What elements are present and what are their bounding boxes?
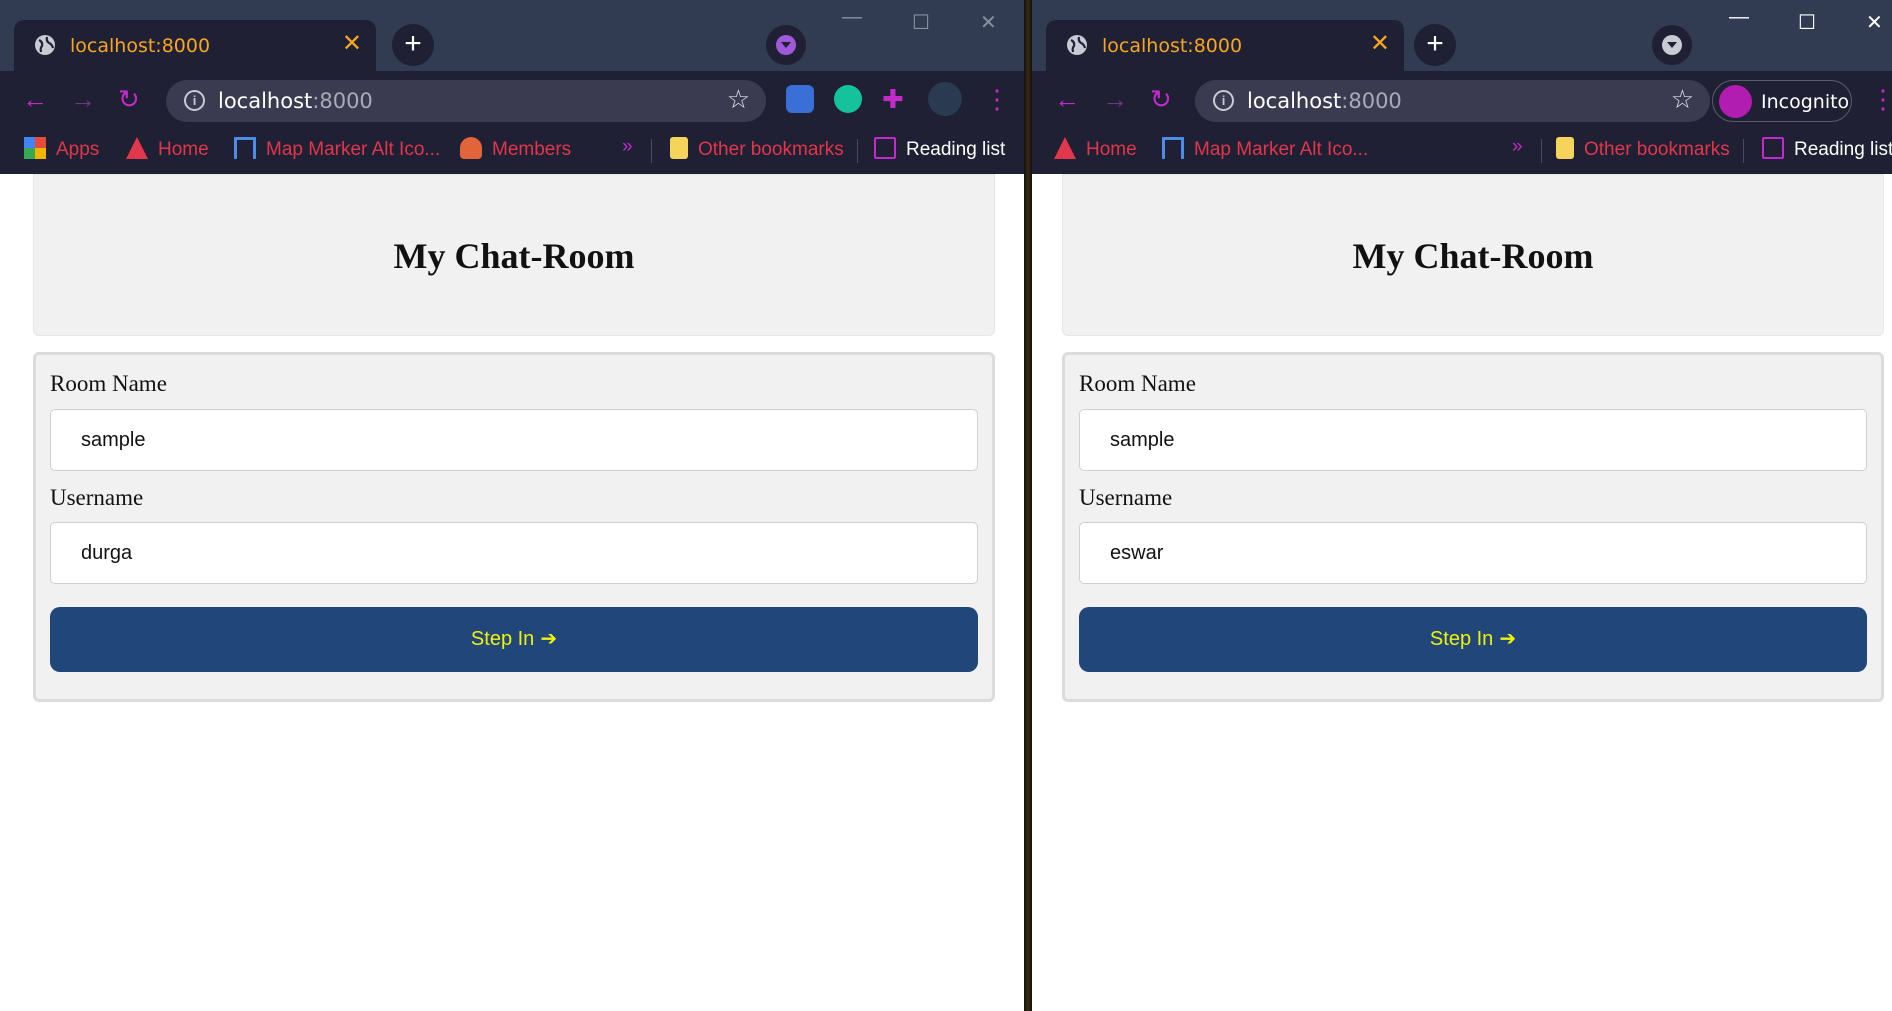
room-name-label: Room Name	[1079, 371, 1196, 396]
plus-icon[interactable]: +	[392, 24, 434, 66]
bookmark-home[interactable]: Home	[1054, 137, 1137, 163]
room-name-input[interactable]: sample	[50, 409, 978, 471]
bookmark-separator	[651, 139, 652, 163]
bookmark-map-marker[interactable]: Map Marker Alt Ico...	[234, 137, 440, 163]
bookmark-members[interactable]: Members	[460, 137, 571, 163]
room-name-label: Room Name	[50, 371, 167, 396]
globe-icon	[35, 35, 55, 55]
sign-in-icon: ➔	[540, 628, 558, 650]
maximize-icon[interactable]: ☐	[912, 10, 930, 35]
username-input[interactable]: eswar	[1079, 522, 1867, 584]
url-text: localhost:8000	[1247, 89, 1402, 113]
tab-strip: localhost:8000 ✕ + — ☐ ✕	[1032, 0, 1892, 71]
tab-title: localhost:8000	[70, 35, 211, 57]
folder-icon	[670, 137, 688, 159]
folder-icon	[1556, 137, 1574, 159]
page-title: My Chat-Room	[393, 236, 635, 276]
navigation-bar: ← → ↻ i localhost:8000 ☆ Incognito ⋮	[1032, 71, 1892, 127]
bookmark-reading-list[interactable]: Reading list	[874, 137, 1005, 163]
bookmark-separator	[857, 139, 858, 163]
tab-search-icon[interactable]	[1652, 25, 1692, 65]
address-bar[interactable]: i localhost:8000 ☆	[1195, 80, 1710, 122]
bookmarks-overflow[interactable]: »	[622, 136, 633, 158]
page-content: My Chat-Room Room Name sample Username e…	[1032, 174, 1892, 1011]
bookmarks-bar: Apps Home Map Marker Alt Ico... Members …	[0, 127, 1024, 174]
header-box: My Chat-Room	[1062, 174, 1884, 336]
apps-icon	[24, 137, 46, 159]
extensions-icon[interactable]: ✚	[882, 85, 910, 113]
window-divider	[1024, 0, 1032, 1011]
info-icon[interactable]: i	[184, 90, 205, 111]
room-name-input[interactable]: sample	[1079, 409, 1867, 471]
forward-icon[interactable]: →	[70, 85, 96, 113]
tab-title: localhost:8000	[1102, 35, 1243, 57]
menu-icon[interactable]: ⋮	[984, 85, 1010, 113]
flag-icon	[1162, 137, 1184, 159]
incognito-icon	[1719, 85, 1752, 118]
bookmark-home[interactable]: Home	[126, 137, 209, 163]
flag-icon	[234, 137, 256, 159]
username-label: Username	[50, 485, 144, 510]
bookmark-other[interactable]: Other bookmarks	[670, 137, 844, 163]
close-icon[interactable]: ✕	[342, 31, 362, 57]
browser-chrome: localhost:8000 ✕ + — ☐ ✕ ← → ↻ i localho…	[1032, 0, 1892, 174]
bookmark-other[interactable]: Other bookmarks	[1556, 137, 1730, 163]
home-icon	[126, 137, 148, 159]
username-label: Username	[1079, 485, 1173, 510]
browser-window-right: localhost:8000 ✕ + — ☐ ✕ ← → ↻ i localho…	[1032, 0, 1892, 1011]
browser-tab[interactable]: localhost:8000 ✕	[14, 20, 376, 71]
menu-icon[interactable]: ⋮	[1870, 85, 1892, 113]
bookmark-separator	[1541, 139, 1542, 163]
bookmark-separator	[1743, 139, 1744, 163]
bookmarks-overflow[interactable]: »	[1512, 136, 1523, 158]
grammarly-icon[interactable]	[834, 85, 862, 113]
username-input[interactable]: durga	[50, 522, 978, 584]
tab-search-icon[interactable]	[766, 25, 806, 65]
reload-icon[interactable]: ↻	[1150, 85, 1172, 113]
bookmark-apps[interactable]: Apps	[24, 137, 99, 163]
reading-list-icon	[874, 137, 896, 159]
reading-list-icon	[1762, 137, 1784, 159]
address-bar[interactable]: i localhost:8000 ☆	[166, 80, 766, 122]
home-icon	[1054, 137, 1076, 159]
step-in-button[interactable]: Step In ➔	[50, 607, 978, 672]
tab-strip: localhost:8000 ✕ + — ☐ ✕	[0, 0, 1024, 71]
bookmark-map-marker[interactable]: Map Marker Alt Ico...	[1162, 137, 1368, 163]
join-form: Room Name sample Username eswar Step In ➔	[1062, 352, 1884, 702]
back-icon[interactable]: ←	[22, 85, 48, 113]
window-close-icon[interactable]: ✕	[980, 10, 997, 35]
info-icon[interactable]: i	[1213, 90, 1234, 111]
bookmarks-bar: Home Map Marker Alt Ico... » Other bookm…	[1032, 127, 1892, 174]
browser-window-left: localhost:8000 ✕ + — ☐ ✕ ← → ↻ i localho…	[0, 0, 1024, 1011]
page-title: My Chat-Room	[1352, 236, 1594, 276]
browser-chrome: localhost:8000 ✕ + — ☐ ✕ ← → ↻ i localho…	[0, 0, 1024, 174]
window-close-icon[interactable]: ✕	[1866, 10, 1883, 35]
globe-icon	[1067, 35, 1087, 55]
page-content: My Chat-Room Room Name sample Username d…	[0, 174, 1024, 1011]
step-in-button[interactable]: Step In ➔	[1079, 607, 1867, 672]
translate-icon[interactable]	[786, 85, 814, 113]
join-form: Room Name sample Username durga Step In ➔	[33, 352, 995, 702]
incognito-badge[interactable]: Incognito	[1712, 80, 1852, 122]
navigation-bar: ← → ↻ i localhost:8000 ☆ ✚ ⋮	[0, 71, 1024, 127]
star-icon[interactable]: ☆	[727, 84, 750, 115]
forward-icon[interactable]: →	[1102, 85, 1128, 113]
header-box: My Chat-Room	[33, 174, 995, 336]
members-icon	[460, 137, 482, 159]
star-icon[interactable]: ☆	[1671, 84, 1694, 115]
bookmark-reading-list[interactable]: Reading list	[1762, 137, 1892, 163]
reload-icon[interactable]: ↻	[118, 85, 140, 113]
close-icon[interactable]: ✕	[1370, 31, 1390, 57]
minimize-icon[interactable]: —	[842, 6, 862, 29]
incognito-label: Incognito	[1761, 91, 1850, 113]
browser-tab[interactable]: localhost:8000 ✕	[1046, 20, 1404, 71]
maximize-icon[interactable]: ☐	[1798, 10, 1816, 35]
profile-icon[interactable]	[928, 82, 962, 116]
sign-in-icon: ➔	[1499, 628, 1517, 650]
back-icon[interactable]: ←	[1054, 85, 1080, 113]
url-text: localhost:8000	[218, 89, 373, 113]
minimize-icon[interactable]: —	[1729, 6, 1749, 29]
plus-icon[interactable]: +	[1414, 24, 1456, 66]
